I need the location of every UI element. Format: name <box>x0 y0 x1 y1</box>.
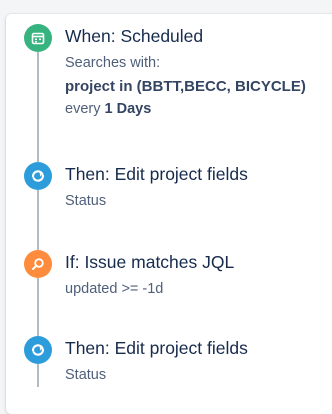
calendar-icon <box>31 31 45 45</box>
automation-rule-chain: When: Scheduled Searches with: project i… <box>0 0 332 387</box>
action-node <box>24 162 52 190</box>
edit-arrow-icon <box>30 168 46 184</box>
step-title: If: Issue matches JQL <box>65 252 235 272</box>
step-detail: updated >= -1d <box>65 281 164 297</box>
search-icon <box>31 257 45 271</box>
condition-node <box>24 250 52 278</box>
step-detail: Status <box>65 367 107 383</box>
step-title: Then: Edit project fields <box>65 164 248 184</box>
schedule-prefix: every <box>65 101 101 117</box>
step-detail-schedule: every 1 Days <box>65 99 151 120</box>
condition-step-issue-matches-jql[interactable]: If: Issue matches JQL updated >= -1d <box>24 250 324 300</box>
edit-arrow-icon <box>30 342 46 358</box>
step-detail-query: project in (BBTT,BECC, BICYCLE) <box>65 76 306 98</box>
trigger-step-scheduled[interactable]: When: Scheduled Searches with: project i… <box>24 24 324 134</box>
step-detail-label: Searches with: <box>65 55 161 71</box>
action-step-edit-project-fields[interactable]: Then: Edit project fields Status <box>24 336 324 386</box>
action-step-edit-project-fields[interactable]: Then: Edit project fields Status <box>24 162 324 212</box>
schedule-interval: 1 Days <box>104 101 152 117</box>
action-node <box>24 336 52 364</box>
step-detail: Status <box>65 193 107 209</box>
trigger-node <box>24 24 52 52</box>
jql-query-text: project in (BBTT,BECC, BICYCLE) <box>65 78 306 95</box>
step-title: When: Scheduled <box>65 26 204 46</box>
step-title: Then: Edit project fields <box>65 338 248 358</box>
